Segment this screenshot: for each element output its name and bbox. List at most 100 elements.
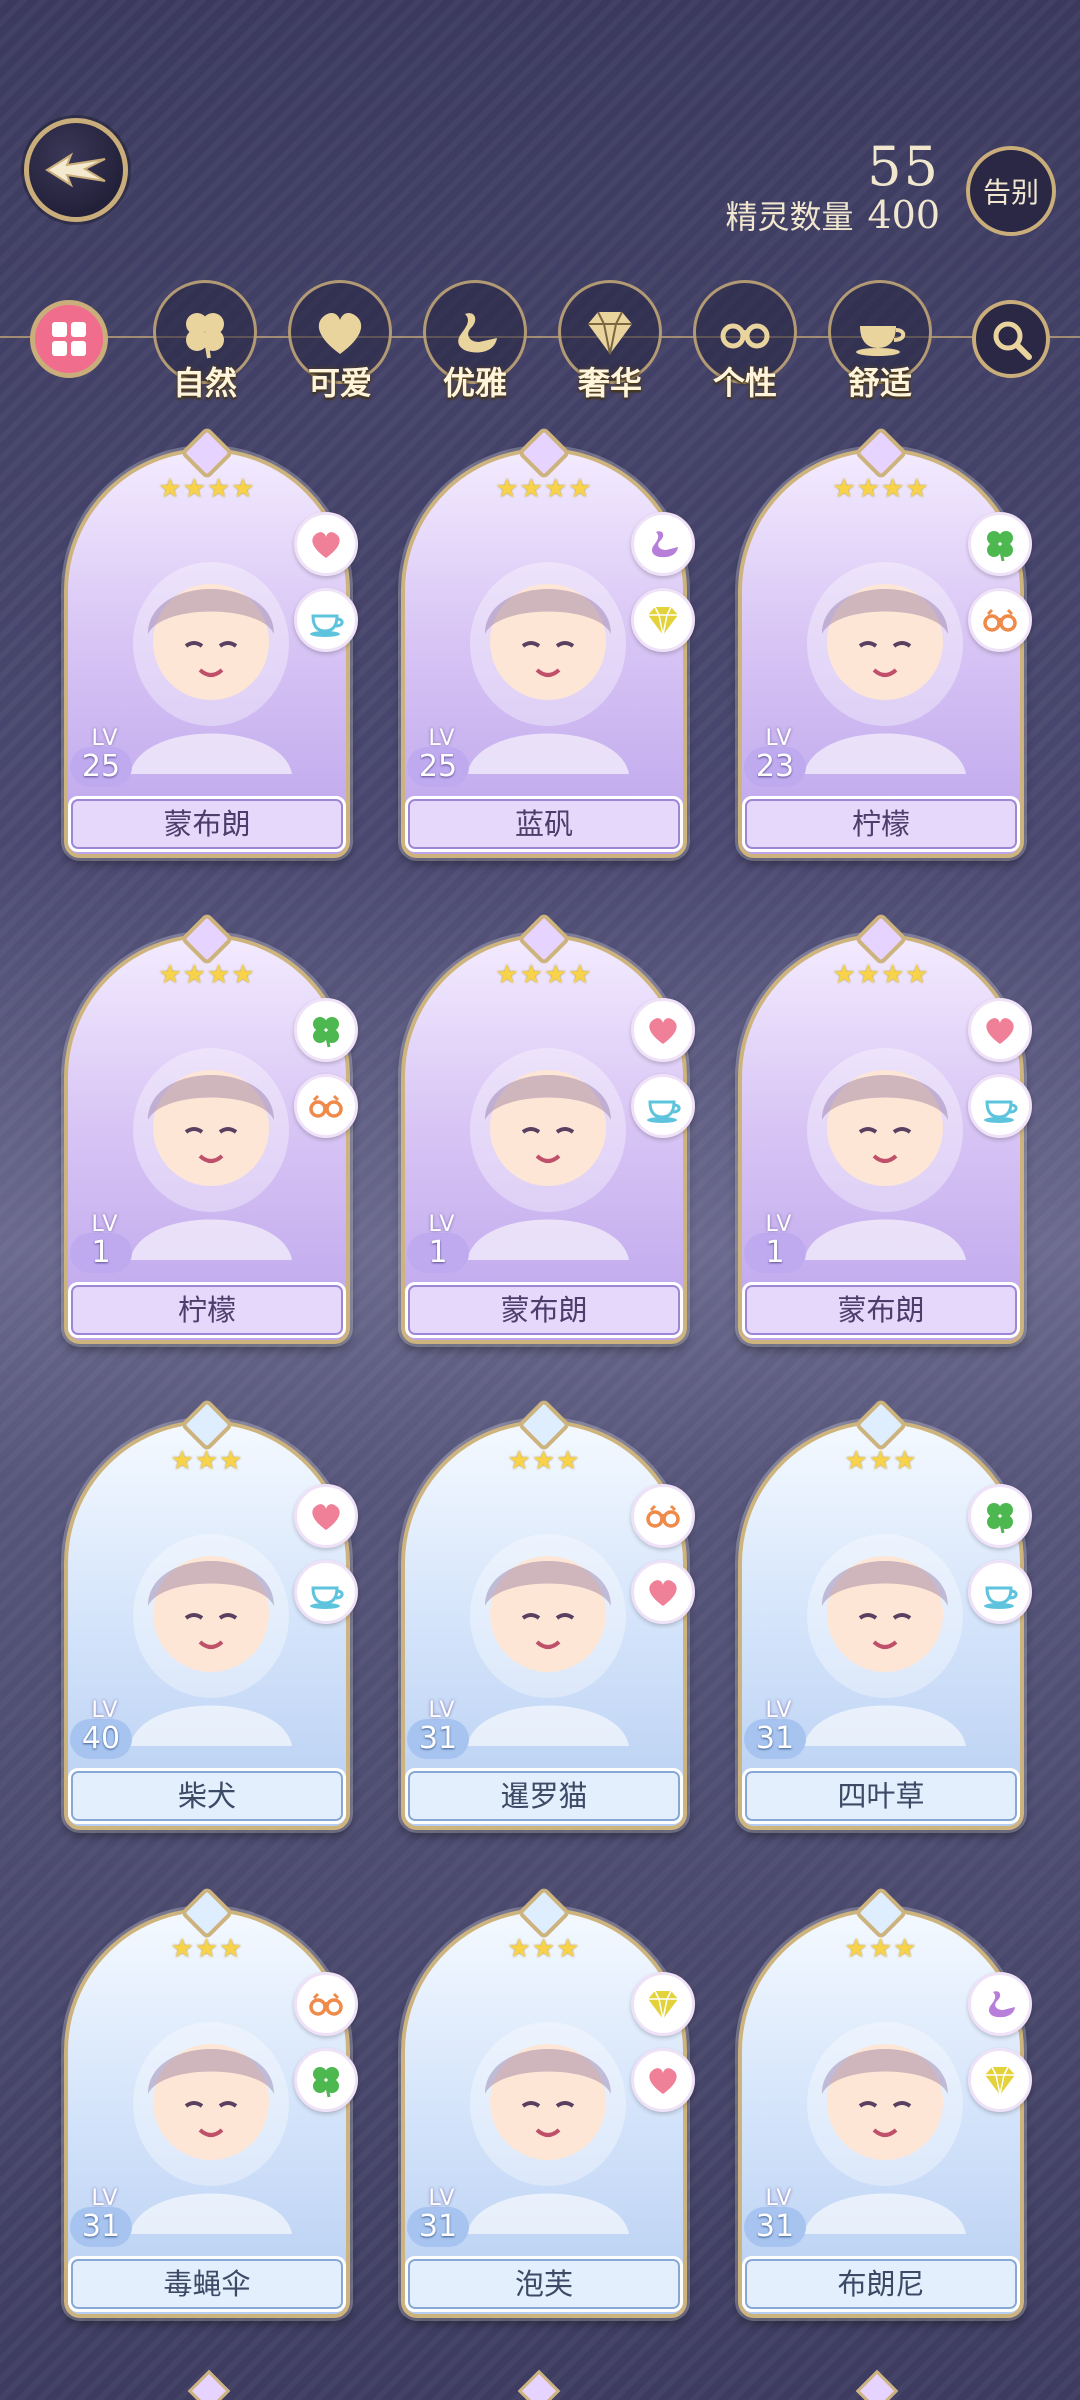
spirit-max: 400 xyxy=(867,193,940,237)
level-value: 1 xyxy=(744,1233,806,1273)
clover-icon xyxy=(313,2067,339,2098)
spirit-card[interactable]: ★★★★ LV 1 蒙布朗 xyxy=(738,912,1032,1344)
spirit-name: 四叶草 xyxy=(742,1768,1020,1824)
level-badge: LV 31 xyxy=(744,1698,814,1759)
farewell-button[interactable]: 告别 xyxy=(966,146,1056,236)
spirit-card[interactable]: ★★★ LV 40 柴犬 xyxy=(64,1398,358,1830)
spirit-card[interactable]: ★★★ LV 31 泡芙 xyxy=(401,1886,695,2318)
level-badge: LV 25 xyxy=(407,726,477,787)
clover-icon xyxy=(313,1017,339,1048)
filter-personality[interactable]: 个性 xyxy=(690,280,800,402)
level-badge: LV 1 xyxy=(407,1212,477,1273)
level-value: 31 xyxy=(744,2207,806,2247)
search-button[interactable] xyxy=(972,300,1050,378)
level-badge: LV 31 xyxy=(407,2186,477,2247)
next-row-jewel xyxy=(855,2369,899,2400)
level-badge: LV 40 xyxy=(70,1698,140,1759)
trait-badge xyxy=(631,2048,695,2112)
glasses-icon xyxy=(646,1504,680,1528)
star-rating: ★★★ xyxy=(844,1446,918,1476)
trait-badge xyxy=(968,1972,1032,2036)
spirit-name: 毒蝇伞 xyxy=(68,2256,346,2312)
level-badge: LV 31 xyxy=(70,2186,140,2247)
level-badge: LV 31 xyxy=(744,2186,814,2247)
diamond-icon xyxy=(648,1990,678,2020)
diamond-icon xyxy=(648,606,678,636)
spirit-card[interactable]: ★★★ LV 31 四叶草 xyxy=(738,1398,1032,1830)
trait-badge xyxy=(294,1074,358,1138)
glasses-icon xyxy=(983,608,1017,632)
star-rating: ★★★★ xyxy=(495,960,593,990)
winged-back-arrow-icon xyxy=(45,152,106,188)
spirit-name: 蒙布朗 xyxy=(68,796,346,852)
clover-icon xyxy=(987,531,1013,562)
level-value: 23 xyxy=(744,747,806,787)
back-button[interactable] xyxy=(24,118,128,222)
swan-icon xyxy=(458,313,497,353)
trait-badge xyxy=(968,1074,1032,1138)
heart-icon xyxy=(318,313,362,354)
level-value: 25 xyxy=(407,747,469,787)
swan-icon xyxy=(652,531,678,558)
filter-elegant[interactable]: 优雅 xyxy=(420,280,530,402)
swan-icon xyxy=(989,1991,1015,2018)
trait-badge xyxy=(294,512,358,576)
level-badge: LV 1 xyxy=(70,1212,140,1273)
diamond-icon xyxy=(985,2066,1015,2096)
level-badge: LV 1 xyxy=(744,1212,814,1273)
filter-nature[interactable]: 自然 xyxy=(150,280,260,402)
filter-label: 优雅 xyxy=(442,364,507,402)
star-rating: ★★★★ xyxy=(832,960,930,990)
filter-label: 奢华 xyxy=(577,364,642,402)
trait-badge xyxy=(631,1484,695,1548)
spirit-name: 柴犬 xyxy=(68,1768,346,1824)
spirit-name: 柠檬 xyxy=(742,796,1020,852)
spirit-name: 泡芙 xyxy=(405,2256,683,2312)
trait-badge xyxy=(968,512,1032,576)
filter-all-button[interactable] xyxy=(30,300,108,378)
trait-badge xyxy=(294,2048,358,2112)
spirit-card[interactable]: ★★★ LV 31 布朗尼 xyxy=(738,1886,1032,2318)
spirit-name: 暹罗猫 xyxy=(405,1768,683,1824)
clover-icon xyxy=(987,1503,1013,1534)
trait-badge xyxy=(294,588,358,652)
filter-luxury[interactable]: 奢华 xyxy=(555,280,665,402)
star-rating: ★★★ xyxy=(170,1446,244,1476)
trait-badge xyxy=(631,1074,695,1138)
teacup-icon xyxy=(647,1100,681,1123)
heart-icon xyxy=(312,532,340,558)
level-badge: LV 31 xyxy=(407,1698,477,1759)
teacup-icon xyxy=(984,1100,1018,1123)
trait-badge xyxy=(294,998,358,1062)
spirit-card[interactable]: ★★★★ LV 25 蓝矾 xyxy=(401,426,695,858)
spirit-card[interactable]: ★★★★ LV 23 柠檬 xyxy=(738,426,1032,858)
level-badge: LV 23 xyxy=(744,726,814,787)
filter-comfort[interactable]: 舒适 xyxy=(825,280,935,402)
star-rating: ★★★★ xyxy=(158,960,256,990)
teacup-icon xyxy=(984,1586,1018,1609)
trait-badge xyxy=(294,1484,358,1548)
teacup-icon xyxy=(310,614,344,637)
star-rating: ★★★★ xyxy=(158,474,256,504)
spirit-name: 蓝矾 xyxy=(405,796,683,852)
glasses-icon xyxy=(309,1094,343,1118)
trait-badge xyxy=(631,998,695,1062)
spirit-card[interactable]: ★★★★ LV 25 蒙布朗 xyxy=(64,426,358,858)
spirit-card[interactable]: ★★★ LV 31 暹罗猫 xyxy=(401,1398,695,1830)
filter-label: 可爱 xyxy=(307,364,372,402)
teacup-icon xyxy=(856,326,906,356)
spirit-card[interactable]: ★★★ LV 31 毒蝇伞 xyxy=(64,1886,358,2318)
next-row-jewel xyxy=(517,2369,561,2400)
spirit-card[interactable]: ★★★★ LV 1 柠檬 xyxy=(64,912,358,1344)
heart-icon xyxy=(986,1018,1014,1044)
level-value: 40 xyxy=(70,1719,132,1759)
trait-badge xyxy=(294,1972,358,2036)
spirit-card[interactable]: ★★★★ LV 1 蒙布朗 xyxy=(401,912,695,1344)
filter-cute[interactable]: 可爱 xyxy=(285,280,395,402)
trait-badge xyxy=(631,588,695,652)
spirit-counter: 55 精灵数量 400 xyxy=(725,140,940,238)
glasses-icon xyxy=(309,1992,343,2016)
teacup-icon xyxy=(310,1586,344,1609)
heart-icon xyxy=(649,2068,677,2094)
spirit-name: 蒙布朗 xyxy=(405,1282,683,1338)
